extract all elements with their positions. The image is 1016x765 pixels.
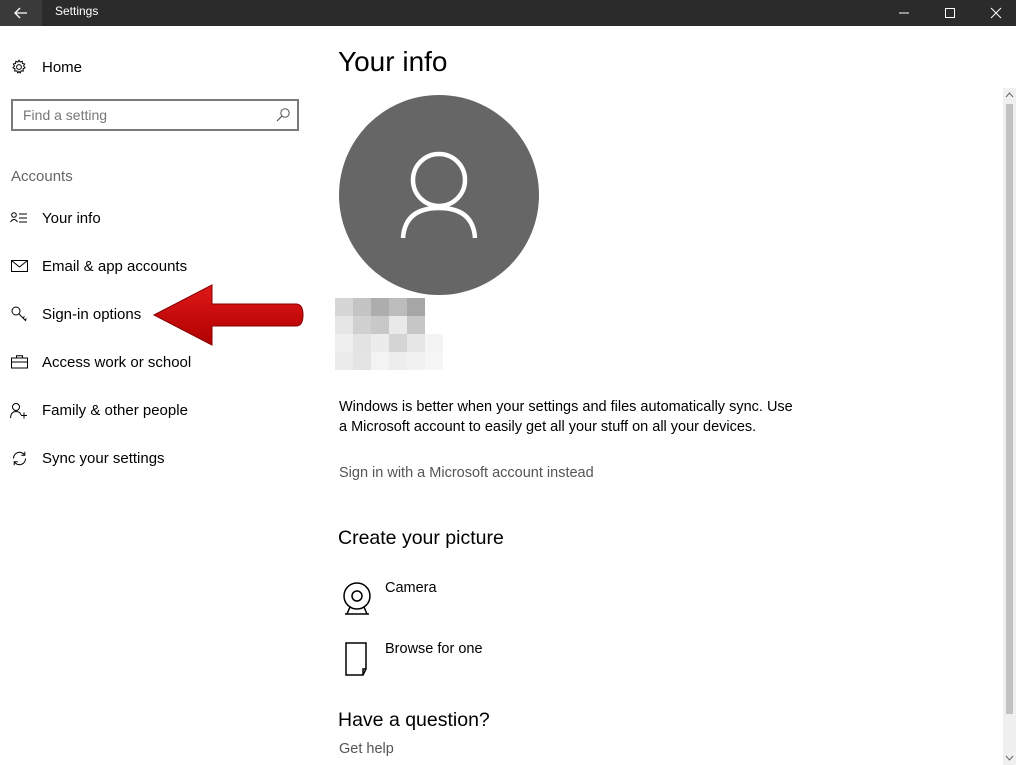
- get-help-link[interactable]: Get help: [339, 741, 394, 757]
- nav-section-heading: Accounts: [11, 168, 73, 185]
- sign-in-microsoft-link[interactable]: Sign in with a Microsoft account instead: [339, 465, 594, 481]
- nav-home-label: Home: [42, 58, 83, 76]
- browse-label: Browse for one: [385, 641, 483, 657]
- camera-icon: [341, 580, 373, 616]
- nav-item-sync[interactable]: Sync your settings: [10, 447, 165, 469]
- maximize-button[interactable]: [927, 0, 973, 26]
- title-bar: Settings: [0, 0, 1016, 26]
- search-icon[interactable]: [275, 107, 291, 123]
- question-heading: Have a question?: [338, 709, 490, 731]
- nav-item-email-accounts[interactable]: Email & app accounts: [10, 255, 187, 277]
- redacted-username: [335, 298, 443, 370]
- search-box[interactable]: [11, 99, 299, 131]
- red-arrow-icon: [152, 284, 304, 346]
- nav-item-sign-in-options[interactable]: Sign-in options: [10, 303, 141, 325]
- briefcase-icon: [10, 353, 28, 371]
- nav-item-access-work[interactable]: Access work or school: [10, 351, 191, 373]
- scroll-up-button[interactable]: [1003, 88, 1016, 102]
- close-button[interactable]: [973, 0, 1016, 26]
- chevron-up-icon: [1005, 92, 1014, 98]
- chevron-down-icon: [1005, 755, 1014, 761]
- nav-item-label: Sync your settings: [42, 449, 165, 467]
- mail-icon: [10, 257, 28, 275]
- page-title: Your info: [338, 46, 448, 77]
- camera-option[interactable]: Camera: [341, 580, 437, 616]
- close-icon: [990, 7, 1002, 19]
- back-arrow-icon: [14, 7, 27, 19]
- browse-icon: [341, 641, 373, 677]
- maximize-icon: [945, 8, 955, 18]
- settings-window: Settings Home Find a setting Accounts Yo…: [0, 0, 1016, 765]
- minimize-button[interactable]: [881, 0, 927, 26]
- scroll-down-button[interactable]: [1003, 751, 1016, 765]
- nav-item-your-info[interactable]: Your info: [10, 207, 101, 229]
- nav-item-family[interactable]: Family & other people: [10, 399, 188, 421]
- nav-item-label: Family & other people: [42, 401, 188, 419]
- search-input[interactable]: [13, 101, 273, 129]
- minimize-icon: [899, 12, 909, 14]
- back-button[interactable]: [0, 0, 42, 26]
- browse-option[interactable]: Browse for one: [341, 641, 483, 677]
- nav-item-label: Email & app accounts: [42, 257, 188, 275]
- scrollbar-thumb[interactable]: [1006, 104, 1013, 714]
- create-picture-heading: Create your picture: [338, 527, 504, 549]
- vertical-scrollbar[interactable]: [1003, 88, 1016, 765]
- nav-item-label: Your info: [42, 209, 101, 227]
- camera-label: Camera: [385, 580, 437, 596]
- user-avatar-icon: [400, 151, 478, 239]
- sync-icon: [10, 449, 28, 467]
- window-title: Settings: [55, 4, 99, 18]
- add-person-icon: [10, 401, 28, 419]
- key-icon: [10, 305, 28, 323]
- sync-description: Windows is better when your settings and…: [339, 399, 793, 435]
- contact-card-icon: [10, 209, 28, 227]
- nav-home[interactable]: Home: [10, 56, 82, 78]
- avatar: [339, 95, 539, 295]
- gear-icon: [10, 58, 28, 76]
- nav-item-label: Sign-in options: [42, 305, 142, 323]
- nav-item-label: Access work or school: [42, 353, 192, 371]
